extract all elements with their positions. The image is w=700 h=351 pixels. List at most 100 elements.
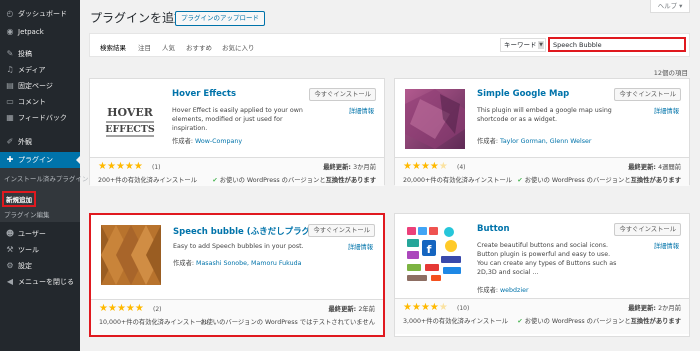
star-icon: ★ xyxy=(125,303,135,314)
plugins-submenu: インストール済みプラグイン 新規追加 プラグイン編集 xyxy=(0,168,88,222)
sidebar-item-users[interactable]: ☻ ユーザー xyxy=(0,226,80,242)
sidebar-item-dashboard[interactable]: ◴ ダッシュボード xyxy=(0,6,80,22)
tab-favorites[interactable]: お気に入り xyxy=(222,42,255,52)
page-icon: ▤ xyxy=(6,81,14,90)
settings-icon: ⚙ xyxy=(6,261,14,270)
star-empty-icon: ★ xyxy=(438,302,448,313)
wrench-icon: ⚒ xyxy=(6,245,14,254)
updated-label: 最終更新: xyxy=(323,164,354,171)
search-type-select[interactable]: キーワード ▼ xyxy=(500,38,546,52)
tab-featured[interactable]: 注目 xyxy=(138,42,151,52)
button-plugin-thumbnail: f xyxy=(405,224,465,284)
star-icon: ★ xyxy=(116,303,126,314)
sidebar-item-label: プラグイン xyxy=(18,156,53,164)
plugin-author: 作成者: Masashi Sonobe, Mamoru Fukuda xyxy=(173,258,301,267)
dashboard-icon: ◴ xyxy=(6,9,14,18)
compat-text: お使いの WordPress のバージョンと xyxy=(524,318,631,325)
more-details-link[interactable]: 詳細情報 xyxy=(348,242,373,251)
submenu-plugin-editor[interactable]: プラグイン編集 xyxy=(4,209,50,219)
star-icon: ★ xyxy=(420,302,430,313)
sidebar-item-label: ダッシュボード xyxy=(18,10,67,18)
install-now-button[interactable]: 今すぐインストール xyxy=(309,88,376,101)
plugin-card-simple-google-map: Simple Google Map This plugin will embed… xyxy=(394,78,690,186)
plugin-card-button: f Button Create beautiful buttons and so… xyxy=(394,213,690,337)
star-icon: ★ xyxy=(403,161,412,172)
plugin-name-link[interactable]: Button xyxy=(477,224,510,234)
plugin-description: Create beautiful buttons and social icon… xyxy=(477,242,617,276)
compat-text: お使いの WordPress のバージョンと xyxy=(219,177,326,184)
more-details-link[interactable]: 詳細情報 xyxy=(654,241,679,250)
plugin-description: This plugin will embed a google map usin… xyxy=(477,107,612,123)
sidebar-item-feedback[interactable]: ▦ フィードバック xyxy=(0,110,80,126)
comment-icon: ▭ xyxy=(6,97,14,106)
install-now-button[interactable]: 今すぐインストール xyxy=(614,223,681,236)
plugin-author: 作成者: Taylor Gorman, Glenn Welser xyxy=(477,136,592,145)
plugin-name-link[interactable]: Simple Google Map xyxy=(477,89,569,99)
sidebar-item-jetpack[interactable]: ◉ Jetpack xyxy=(0,24,80,40)
sidebar-item-media[interactable]: ♫ メディア xyxy=(0,62,80,78)
compat-strong: 互換性があります xyxy=(325,177,376,184)
star-icon: ★ xyxy=(411,302,421,313)
tab-search-results[interactable]: 検索結果 xyxy=(100,42,126,52)
sidebar-item-comments[interactable]: ▭ コメント xyxy=(0,94,80,110)
last-updated: 最終更新: 2年前 xyxy=(328,304,375,313)
last-updated: 最終更新: 4週間前 xyxy=(628,162,681,171)
pin-icon: ✎ xyxy=(6,49,14,58)
plugin-card-speech-bubble: Speech bubble (ふきだしプラグイン) Easy to add Sp… xyxy=(89,213,385,337)
sidebar-item-label: ユーザー xyxy=(18,230,46,238)
author-prefix: 作成者: xyxy=(477,287,501,294)
compat-strong: 互換性があります xyxy=(630,177,681,184)
sidebar-item-pages[interactable]: ▤ 固定ページ xyxy=(0,78,80,94)
last-updated: 最終更新: 2か月前 xyxy=(628,303,681,312)
plugin-name-link[interactable]: Hover Effects xyxy=(172,89,236,99)
star-rating: ★★★★★ xyxy=(403,162,448,172)
author-prefix: 作成者: xyxy=(172,138,196,145)
tab-recommended[interactable]: おすすめ xyxy=(186,42,212,52)
sidebar-item-collapse[interactable]: ◀ メニューを閉じる xyxy=(0,274,80,290)
star-icon: ★ xyxy=(411,161,421,172)
star-icon: ★ xyxy=(133,161,143,172)
plugin-name-link[interactable]: Speech bubble (ふきだしプラグイン) xyxy=(173,225,331,237)
admin-sidebar: ◴ ダッシュボード ◉ Jetpack ✎ 投稿 ♫ メディア ▤ 固定ページ ▭ コメント… xyxy=(0,0,88,351)
upload-plugin-button[interactable]: プラグインのアップロード xyxy=(175,11,265,26)
submenu-installed-plugins[interactable]: インストール済みプラグイン xyxy=(4,173,88,183)
simple-google-map-thumbnail xyxy=(405,89,465,149)
updated-label: 最終更新: xyxy=(628,305,659,312)
install-now-button[interactable]: 今すぐインストール xyxy=(308,224,375,237)
sidebar-item-posts[interactable]: ✎ 投稿 xyxy=(0,46,80,62)
checkmark-icon: ✔ xyxy=(212,177,218,184)
install-now-button[interactable]: 今すぐインストール xyxy=(614,88,681,101)
sidebar-item-settings[interactable]: ⚙ 設定 xyxy=(0,258,80,274)
compatibility: ✔ お使いの WordPress のバージョンと互換性があります xyxy=(212,175,376,184)
sidebar-item-label: メニューを閉じる xyxy=(18,278,74,286)
sidebar-item-tools[interactable]: ⚒ ツール xyxy=(0,242,80,258)
rating-count: (1) xyxy=(152,164,161,171)
checkmark-icon: ✔ xyxy=(517,177,523,184)
compatibility: お使いのバージョンの WordPress ではテストされていません xyxy=(200,317,375,326)
author-prefix: 作成者: xyxy=(173,260,197,267)
author-link[interactable]: Wow-Company xyxy=(195,138,242,145)
sidebar-item-appearance[interactable]: ✐ 外観 xyxy=(0,134,80,150)
thumb-text-effects: EFFECTS xyxy=(105,124,155,135)
author-link[interactable]: Masashi Sonobe, Mamoru Fukuda xyxy=(196,260,301,267)
author-link[interactable]: webdzier xyxy=(500,287,529,294)
search-input[interactable] xyxy=(548,37,686,52)
sidebar-item-label: フィードバック xyxy=(18,114,67,122)
filter-bar: 検索結果 注目 人気 おすすめ お気に入り キーワード ▼ xyxy=(89,33,690,57)
compat-text: お使いのバージョンの WordPress ではテストされていません xyxy=(200,319,375,326)
more-details-link[interactable]: 詳細情報 xyxy=(654,106,679,115)
sidebar-item-label: メディア xyxy=(18,66,46,74)
star-icon: ★ xyxy=(429,302,439,313)
plugin-card-hover-effects: HOVER EFFECTS Hover Effects Hover Effect… xyxy=(89,78,385,186)
tab-popular[interactable]: 人気 xyxy=(162,42,175,52)
sidebar-item-plugins[interactable]: ✚ プラグイン xyxy=(0,152,80,168)
active-installs: 3,000+件の有効化済みインストール xyxy=(403,318,509,325)
submenu-add-new[interactable]: 新規追加 xyxy=(2,191,36,207)
author-link[interactable]: Taylor Gorman, Glenn Welser xyxy=(500,138,592,145)
help-tab[interactable]: ヘルプ ▾ xyxy=(650,0,690,13)
compat-text: お使いの WordPress のバージョンと xyxy=(524,177,631,184)
page-title: プラグインを追加 xyxy=(90,11,187,25)
plugin-icon: ✚ xyxy=(6,155,14,164)
more-details-link[interactable]: 詳細情報 xyxy=(349,106,374,115)
star-rating: ★★★★★ xyxy=(99,304,144,314)
